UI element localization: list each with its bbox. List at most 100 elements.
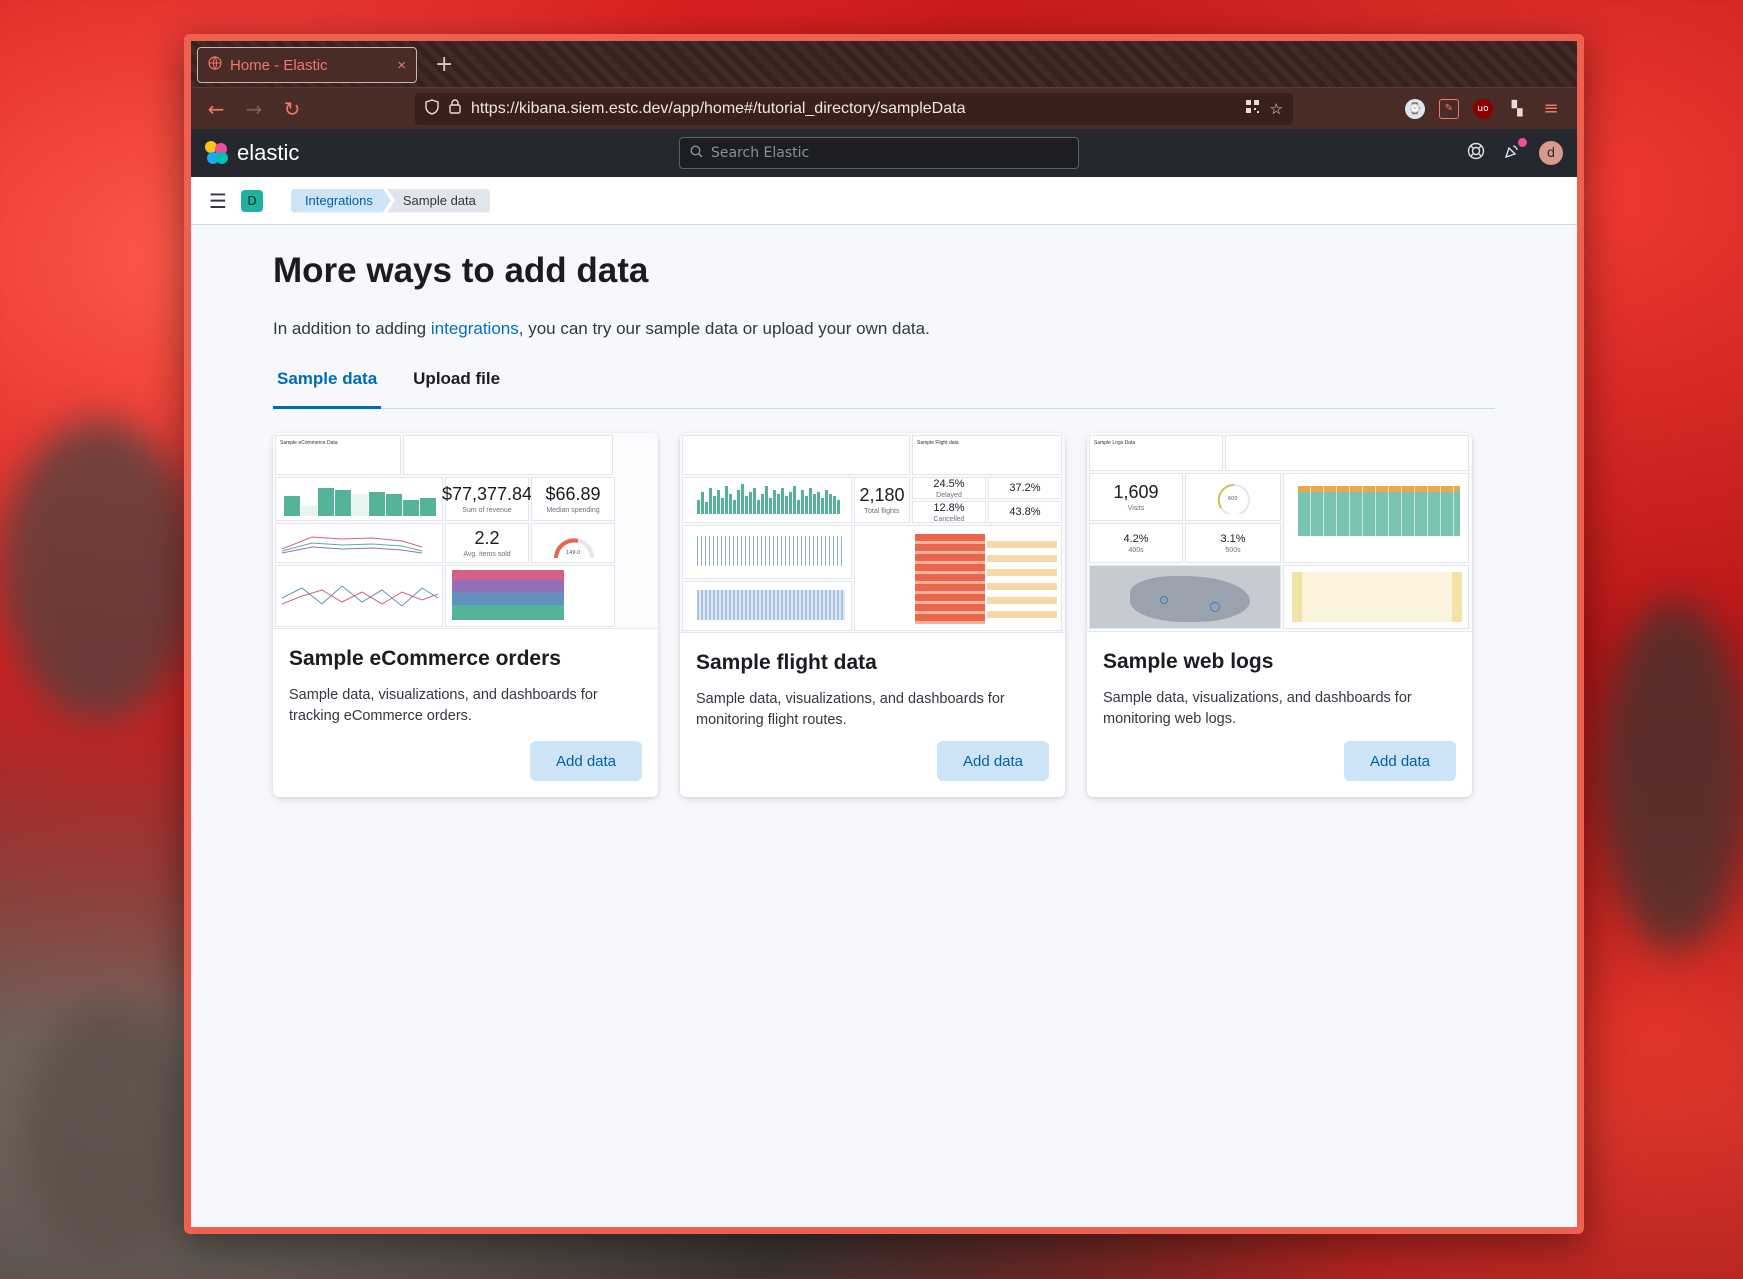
preview-gauge: 600 — [1185, 473, 1281, 521]
metric-delayed: 24.5% Delayed — [912, 477, 986, 499]
browser-window: Home - Elastic × + ← → ↻ https://kibana.… — [184, 34, 1584, 1234]
breadcrumb-sample-data: Sample data — [386, 188, 490, 213]
preview-stacked-area — [445, 565, 615, 627]
ublock-icon[interactable]: uo — [1473, 98, 1493, 119]
background-shape — [1600, 600, 1743, 950]
background-shape — [20, 1000, 200, 1260]
tab-sample-data[interactable]: Sample data — [273, 369, 382, 409]
close-icon[interactable]: × — [397, 57, 406, 74]
globe-icon — [208, 56, 222, 74]
add-web-logs-data-button[interactable]: Add data — [1344, 741, 1456, 781]
news-feed-icon[interactable] — [1503, 137, 1527, 165]
card-description: Sample data, visualizations, and dashboa… — [1103, 690, 1412, 727]
preview-panel: Sample eCommerce Data — [275, 435, 401, 475]
preview-line-chart — [275, 523, 443, 563]
integrations-link[interactable]: integrations — [431, 319, 519, 338]
search-icon — [690, 144, 703, 162]
preview-heading: Sample eCommerce Data — [280, 440, 338, 446]
metric-percent: 37.2% — [988, 477, 1062, 499]
metric-items-sold: 2.2 Avg. items sold — [445, 523, 529, 563]
flights-dashboard-preview: Sample Flight data 2,180 Total flights 2… — [680, 433, 1065, 633]
space-avatar[interactable]: D — [240, 189, 263, 212]
tab-upload-file[interactable]: Upload file — [409, 369, 504, 408]
metric-cancelled: 12.8% Cancelled — [912, 501, 986, 523]
elastic-logo[interactable]: elastic — [205, 140, 299, 166]
menu-icon[interactable]: ≡ — [1541, 98, 1561, 119]
back-arrow-icon[interactable]: ← — [201, 94, 231, 124]
metric-visits: 1,609 Visits — [1089, 473, 1183, 521]
metric-500s: 3.1% 500s — [1185, 523, 1281, 563]
sample-data-cards: Sample eCommerce Data $77,377.84 Sum of … — [273, 433, 1495, 797]
brand-name: elastic — [237, 140, 300, 165]
lock-icon[interactable] — [449, 99, 461, 118]
search-placeholder: Search Elastic — [711, 145, 810, 161]
account-extension-icon[interactable]: ⌚ — [1405, 98, 1425, 119]
breadcrumb-bar: ☰ D Integrations Sample data — [191, 177, 1577, 225]
preview-heading: Sample Logs Data — [1094, 440, 1136, 446]
card-description: Sample data, visualizations, and dashboa… — [696, 691, 1005, 728]
breadcrumb: Integrations Sample data — [291, 188, 490, 213]
preview-bar-chart — [275, 477, 443, 521]
add-ecommerce-data-button[interactable]: Add data — [530, 741, 642, 781]
url-text: https://kibana.siem.estc.dev/app/home#/t… — [471, 99, 966, 117]
browser-tab[interactable]: Home - Elastic × — [197, 47, 417, 83]
card-body: Sample eCommerce orders Sample data, vis… — [273, 629, 658, 727]
preview-area-chart — [1283, 473, 1469, 563]
kibana-header: elastic Search Elastic d — [191, 129, 1577, 177]
new-tab-button[interactable]: + — [427, 47, 461, 83]
preview-panel: Sample Logs Data — [1089, 435, 1223, 471]
preview-sankey — [1283, 565, 1469, 629]
metric-percent: 43.8% — [988, 501, 1062, 523]
card-body: Sample web logs Sample data, visualizati… — [1087, 632, 1472, 730]
tab-title: Home - Elastic — [230, 56, 328, 74]
tab-bar: Sample data Upload file — [273, 369, 1495, 409]
extensions-grid-icon[interactable]: ▚ — [1507, 99, 1527, 119]
preview-table — [854, 525, 1062, 631]
preview-panel — [1225, 435, 1469, 471]
preview-bar-chart — [682, 477, 852, 523]
shield-icon[interactable] — [425, 98, 439, 119]
background-shape — [0, 420, 200, 720]
preview-delay-type — [682, 581, 852, 631]
avatar[interactable]: d — [1539, 141, 1563, 165]
card-title: Sample web logs — [1103, 650, 1274, 673]
main-content: More ways to add data In addition to add… — [191, 225, 1577, 1227]
preview-panel — [403, 435, 613, 475]
preview-bars — [284, 488, 436, 516]
ecommerce-dashboard-preview: Sample eCommerce Data $77,377.84 Sum of … — [273, 433, 658, 629]
metric-400s: 4.2% 400s — [1089, 523, 1183, 563]
metric-median-spending: $66.89 Median spending — [531, 477, 615, 521]
card-description: Sample data, visualizations, and dashboa… — [289, 687, 598, 724]
preview-panel: Sample Flight data — [912, 435, 1062, 475]
elastic-logo-icon — [205, 141, 229, 165]
reader-extension-icon[interactable]: ✎ — [1439, 98, 1459, 119]
help-icon[interactable] — [1467, 142, 1485, 165]
hamburger-menu-icon[interactable]: ☰ — [209, 189, 227, 213]
metric-revenue: $77,377.84 Sum of revenue — [442, 477, 532, 521]
bookmark-star-icon[interactable]: ☆ — [1270, 100, 1283, 118]
preview-map — [1089, 565, 1281, 629]
intro-text: In addition to adding integrations, you … — [273, 319, 930, 338]
page-title: More ways to add data — [273, 251, 649, 290]
search-input[interactable]: Search Elastic — [679, 137, 1079, 169]
metric-total-flights: 2,180 Total flights — [854, 477, 910, 523]
nav-bar: ← → ↻ https://kibana.siem.estc.dev/app/h… — [191, 87, 1577, 129]
qr-code-icon[interactable] — [1245, 99, 1260, 118]
header-actions: d — [1467, 137, 1563, 165]
card-ecommerce: Sample eCommerce Data $77,377.84 Sum of … — [273, 433, 658, 797]
tab-strip: Home - Elastic × + — [191, 41, 1577, 87]
browser-frame: Home - Elastic × + ← → ↻ https://kibana.… — [191, 41, 1577, 1227]
reload-icon[interactable]: ↻ — [277, 94, 307, 124]
card-flights: Sample Flight data 2,180 Total flights 2… — [680, 433, 1065, 797]
breadcrumb-integrations[interactable]: Integrations — [291, 189, 391, 213]
logs-dashboard-preview: Sample Logs Data 1,609 Visits 600 4.2% 4… — [1087, 433, 1472, 632]
url-bar[interactable]: https://kibana.siem.estc.dev/app/home#/t… — [415, 92, 1293, 125]
preview-heading: Sample Flight data — [917, 440, 959, 446]
preview-panel — [682, 435, 910, 475]
forward-arrow-icon[interactable]: → — [239, 94, 269, 124]
notification-dot — [1518, 137, 1527, 147]
card-title: Sample eCommerce orders — [289, 647, 561, 670]
add-flight-data-button[interactable]: Add data — [937, 741, 1049, 781]
preview-bars — [697, 484, 840, 514]
preview-delay-chart — [682, 525, 852, 579]
